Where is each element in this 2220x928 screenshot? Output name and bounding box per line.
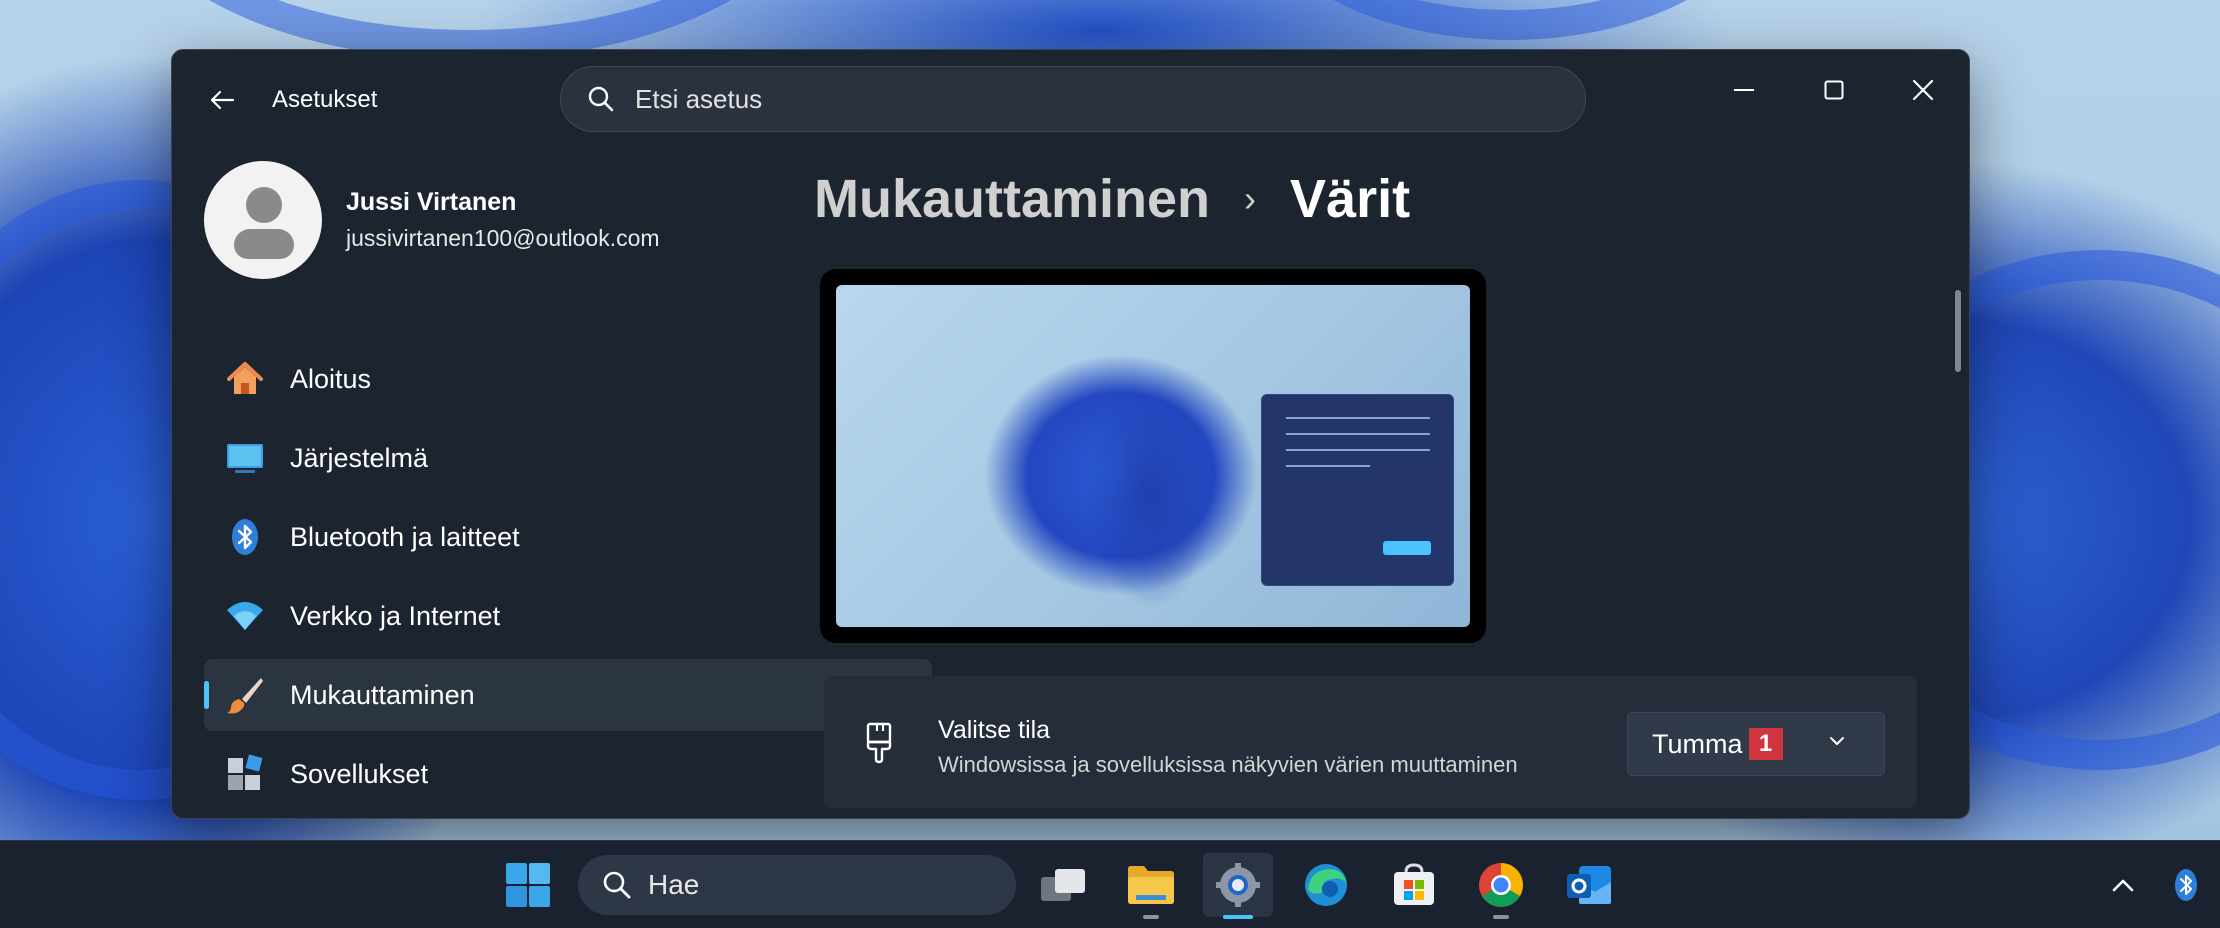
chrome-button[interactable] xyxy=(1466,853,1536,919)
setting-description: Windowsissa ja sovelluksissa näkyvien vä… xyxy=(938,752,1518,777)
maximize-button[interactable] xyxy=(1794,60,1874,120)
bluetooth-icon xyxy=(224,516,266,558)
home-icon xyxy=(224,358,266,400)
taskbar: Hae xyxy=(0,840,2220,928)
taskbar-search[interactable]: Hae xyxy=(578,855,1016,915)
sidebar-item-sovellukset[interactable]: Sovellukset xyxy=(204,738,932,810)
close-button[interactable] xyxy=(1883,60,1963,120)
settings-taskbar-button[interactable] xyxy=(1203,853,1273,919)
store-button[interactable] xyxy=(1379,853,1449,917)
taskbar-search-label: Hae xyxy=(648,869,700,900)
breadcrumb-separator: › xyxy=(1244,178,1257,219)
file-explorer-button[interactable] xyxy=(1116,853,1186,919)
search-icon xyxy=(588,86,614,112)
user-profile[interactable]: Jussi Virtanen jussivirtanen100@outlook.… xyxy=(204,160,660,280)
sidebar-item-label: Mukauttaminen xyxy=(290,679,475,710)
outlook-button[interactable] xyxy=(1554,853,1624,917)
sidebar-item-label: Järjestelmä xyxy=(290,442,429,473)
page-title: Värit xyxy=(1290,169,1411,229)
profile-email: jussivirtanen100@outlook.com xyxy=(346,225,660,251)
monitor-icon xyxy=(224,437,266,479)
file-explorer-icon xyxy=(1128,866,1174,904)
back-button[interactable] xyxy=(200,78,244,122)
paint-brush-setting-icon xyxy=(866,722,892,764)
chevron-down-icon xyxy=(1830,737,1844,745)
bloom-image xyxy=(931,295,1291,625)
sidebar-item-label: Bluetooth ja laitteet xyxy=(290,521,520,552)
sidebar-item-label: Verkko ja Internet xyxy=(290,600,501,631)
sidebar-item-label: Sovellukset xyxy=(290,758,429,789)
settings-window: Asetukset Jussi Virtanen jussivirtanen10… xyxy=(171,49,1970,819)
show-hidden-icons-button[interactable] xyxy=(2088,853,2158,917)
chevron-up-icon xyxy=(2112,879,2134,892)
minimize-button[interactable] xyxy=(1704,60,1784,120)
outlook-icon xyxy=(1567,866,1611,904)
start-icon xyxy=(506,863,550,907)
store-icon xyxy=(1394,863,1434,905)
profile-name: Jussi Virtanen xyxy=(346,188,517,216)
task-view-button[interactable] xyxy=(1028,853,1098,917)
start-button[interactable] xyxy=(493,853,563,917)
search-input[interactable] xyxy=(635,83,1535,115)
minimize-icon xyxy=(1734,89,1754,91)
chrome-icon xyxy=(1479,863,1523,907)
bluetooth-tray-button[interactable] xyxy=(2152,853,2220,917)
close-icon xyxy=(1912,79,1934,101)
bluetooth-tray-icon xyxy=(2175,869,2197,901)
preview-wallpaper xyxy=(836,285,1470,627)
dropdown-value: Tumma xyxy=(1652,728,1743,759)
breadcrumb-parent[interactable]: Mukauttaminen xyxy=(814,168,1210,230)
theme-preview xyxy=(820,269,1486,643)
search-icon xyxy=(603,871,631,899)
settings-icon xyxy=(1216,863,1260,907)
step-badge: 1 xyxy=(1748,728,1783,760)
preview-window xyxy=(1261,394,1454,586)
avatar[interactable] xyxy=(204,161,322,279)
sidebar-item-label: Aloitus xyxy=(290,363,372,394)
arrow-left-icon xyxy=(210,90,235,110)
mode-setting-card: Valitse tila Windowsissa ja sovelluksiss… xyxy=(824,676,1917,808)
setting-title: Valitse tila xyxy=(938,716,1051,744)
wifi-icon xyxy=(224,595,266,637)
apps-icon xyxy=(224,753,266,795)
task-view-icon xyxy=(1041,869,1085,901)
title-bar: Asetukset xyxy=(172,50,1969,150)
maximize-icon xyxy=(1824,80,1844,100)
mode-dropdown[interactable]: Tumma 1 xyxy=(1627,712,1885,776)
sidebar-item-mukauttaminen[interactable]: Mukauttaminen xyxy=(204,659,932,731)
paintbrush-icon xyxy=(224,674,266,716)
breadcrumb: Mukauttaminen › Värit xyxy=(814,168,1410,230)
edge-icon xyxy=(1305,864,1347,906)
app-title: Asetukset xyxy=(272,86,378,113)
settings-search[interactable] xyxy=(560,66,1586,132)
edge-button[interactable] xyxy=(1291,853,1361,917)
scrollbar[interactable] xyxy=(1955,290,1961,372)
